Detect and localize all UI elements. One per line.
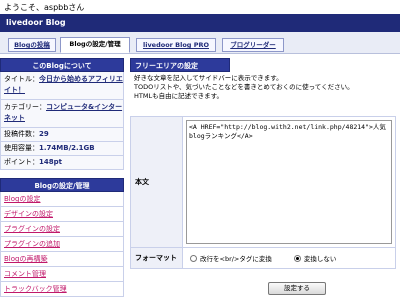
brand-name: livedoor Blog <box>6 18 66 27</box>
menu-item-design[interactable]: デザインの設定 <box>0 207 124 222</box>
tab-pro[interactable]: livedoor Blog PRO <box>136 38 216 52</box>
menu-item-trackbacks[interactable]: トラックバック管理 <box>0 282 124 297</box>
brand-bar: livedoor Blog <box>0 14 400 32</box>
format-option-none: 変換しない <box>303 255 337 263</box>
about-category-row: カテゴリー：コンピュータ&インターネット <box>0 100 124 128</box>
body-label: 本文 <box>131 117 183 247</box>
menu-item-blog-settings[interactable]: Blogの設定 <box>0 192 124 207</box>
tab-post[interactable]: Blogの投稿 <box>8 38 56 52</box>
left-sidebar: このBlogについて タイトル：今日から始めるアフィリエイト！ カテゴリー：コン… <box>0 58 124 297</box>
free-area-title: フリーエリアの設定 <box>130 58 230 72</box>
about-title-row: タイトル：今日から始めるアフィリエイト！ <box>0 72 124 100</box>
about-points-row: ポイント：148pt <box>0 156 124 170</box>
format-label: フォーマット <box>131 248 183 268</box>
menu-item-plugin-settings[interactable]: プラグインの設定 <box>0 222 124 237</box>
welcome-text: ようこそ、aspbbさん <box>4 3 85 12</box>
menu-item-rebuild[interactable]: Blogの再構築 <box>0 252 124 267</box>
settings-menu-title: Blogの設定/管理 <box>0 178 124 192</box>
about-posts-row: 投稿件数：29 <box>0 128 124 142</box>
menu-item-plugin-add[interactable]: プラグインの追加 <box>0 237 124 252</box>
format-radio-none[interactable] <box>293 254 301 262</box>
free-area-form: 本文 <A HREF="http://blog.with2.net/link.p… <box>130 116 396 269</box>
body-textarea[interactable]: <A HREF="http://blog.with2.net/link.php/… <box>186 120 392 244</box>
main-content: フリーエリアの設定 好きな文章を記入してサイドバーに表示できます。 TODOリス… <box>130 58 396 295</box>
tab-settings[interactable]: Blogの設定/管理 <box>60 37 130 53</box>
tab-bar: Blogの投稿 Blogの設定/管理 livedoor Blog PRO ブログ… <box>0 32 400 54</box>
format-radio-br[interactable] <box>190 254 197 262</box>
about-panel-title: このBlogについて <box>0 58 124 72</box>
tab-reader[interactable]: ブログリーダー <box>222 38 284 52</box>
menu-item-comments[interactable]: コメント管理 <box>0 267 124 282</box>
about-storage-row: 使用容量：1.74MB/2.1GB <box>0 142 124 156</box>
submit-button[interactable]: 設定する <box>268 282 326 295</box>
format-option-br: 改行を<br/>タグに変換 <box>200 255 272 263</box>
free-area-description: 好きな文章を記入してサイドバーに表示できます。 TODOリストや、気づいたことな… <box>134 74 354 100</box>
